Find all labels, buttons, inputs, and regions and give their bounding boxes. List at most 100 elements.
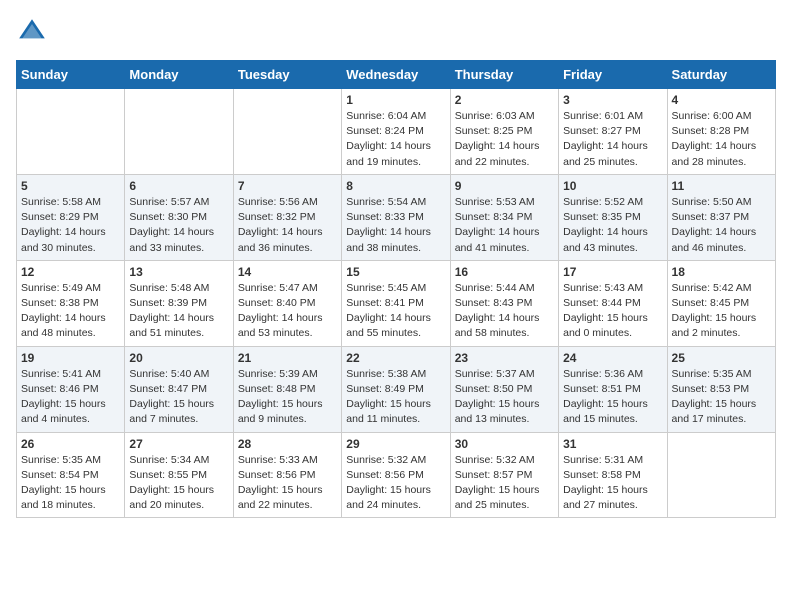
calendar-cell: 9 Sunrise: 5:53 AMSunset: 8:34 PMDaylight… bbox=[450, 174, 558, 260]
calendar-cell: 12 Sunrise: 5:49 AMSunset: 8:38 PMDayligh… bbox=[17, 260, 125, 346]
day-content: Sunrise: 5:50 AMSunset: 8:37 PMDaylight:… bbox=[672, 195, 771, 256]
calendar-cell: 10 Sunrise: 5:52 AMSunset: 8:35 PMDayligh… bbox=[559, 174, 667, 260]
calendar-cell: 21 Sunrise: 5:39 AMSunset: 8:48 PMDayligh… bbox=[233, 346, 341, 432]
weekday-header: Wednesday bbox=[342, 61, 450, 89]
day-content: Sunrise: 5:35 AMSunset: 8:54 PMDaylight:… bbox=[21, 453, 120, 514]
page-header bbox=[16, 16, 776, 48]
weekday-header: Tuesday bbox=[233, 61, 341, 89]
day-content: Sunrise: 5:39 AMSunset: 8:48 PMDaylight:… bbox=[238, 367, 337, 428]
day-content: Sunrise: 5:49 AMSunset: 8:38 PMDaylight:… bbox=[21, 281, 120, 342]
calendar-cell: 13 Sunrise: 5:48 AMSunset: 8:39 PMDayligh… bbox=[125, 260, 233, 346]
calendar-cell: 1 Sunrise: 6:04 AMSunset: 8:24 PMDaylight… bbox=[342, 89, 450, 175]
day-content: Sunrise: 5:32 AMSunset: 8:56 PMDaylight:… bbox=[346, 453, 445, 514]
calendar-cell: 14 Sunrise: 5:47 AMSunset: 8:40 PMDayligh… bbox=[233, 260, 341, 346]
calendar-cell: 22 Sunrise: 5:38 AMSunset: 8:49 PMDayligh… bbox=[342, 346, 450, 432]
day-content: Sunrise: 5:31 AMSunset: 8:58 PMDaylight:… bbox=[563, 453, 662, 514]
day-number: 22 bbox=[346, 351, 445, 365]
calendar-week-row: 12 Sunrise: 5:49 AMSunset: 8:38 PMDayligh… bbox=[17, 260, 776, 346]
day-number: 9 bbox=[455, 179, 554, 193]
weekday-header: Sunday bbox=[17, 61, 125, 89]
calendar-cell: 2 Sunrise: 6:03 AMSunset: 8:25 PMDaylight… bbox=[450, 89, 558, 175]
calendar-week-row: 26Sunrise: 5:35 AMSunset: 8:54 PMDayligh… bbox=[17, 432, 776, 518]
weekday-header: Saturday bbox=[667, 61, 775, 89]
day-content: Sunrise: 5:58 AMSunset: 8:29 PMDaylight:… bbox=[21, 195, 120, 256]
day-content: Sunrise: 5:44 AMSunset: 8:43 PMDaylight:… bbox=[455, 281, 554, 342]
calendar-cell: 20 Sunrise: 5:40 AMSunset: 8:47 PMDayligh… bbox=[125, 346, 233, 432]
day-content: Sunrise: 5:37 AMSunset: 8:50 PMDaylight:… bbox=[455, 367, 554, 428]
weekday-header: Thursday bbox=[450, 61, 558, 89]
day-number: 21 bbox=[238, 351, 337, 365]
day-content: Sunrise: 5:34 AMSunset: 8:55 PMDaylight:… bbox=[129, 453, 228, 514]
calendar-cell: 28 Sunrise: 5:33 AMSunset: 8:56 PMDayligh… bbox=[233, 432, 341, 518]
day-content: Sunrise: 5:53 AMSunset: 8:34 PMDaylight:… bbox=[455, 195, 554, 256]
day-content: Sunrise: 5:54 AMSunset: 8:33 PMDaylight:… bbox=[346, 195, 445, 256]
calendar-cell: 27 Sunrise: 5:34 AMSunset: 8:55 PMDayligh… bbox=[125, 432, 233, 518]
calendar-cell: 23 Sunrise: 5:37 AMSunset: 8:50 PMDayligh… bbox=[450, 346, 558, 432]
day-content: Sunrise: 5:43 AMSunset: 8:44 PMDaylight:… bbox=[563, 281, 662, 342]
day-number: 7 bbox=[238, 179, 337, 193]
calendar-cell: 6Sunrise: 5:57 AMSunset: 8:30 PMDaylight… bbox=[125, 174, 233, 260]
calendar-cell: 26Sunrise: 5:35 AMSunset: 8:54 PMDayligh… bbox=[17, 432, 125, 518]
day-content: Sunrise: 5:42 AMSunset: 8:45 PMDaylight:… bbox=[672, 281, 771, 342]
day-number: 6 bbox=[129, 179, 228, 193]
day-number: 15 bbox=[346, 265, 445, 279]
day-number: 23 bbox=[455, 351, 554, 365]
calendar-cell bbox=[17, 89, 125, 175]
day-number: 16 bbox=[455, 265, 554, 279]
day-content: Sunrise: 5:48 AMSunset: 8:39 PMDaylight:… bbox=[129, 281, 228, 342]
day-content: Sunrise: 5:52 AMSunset: 8:35 PMDaylight:… bbox=[563, 195, 662, 256]
calendar-cell: 29 Sunrise: 5:32 AMSunset: 8:56 PMDayligh… bbox=[342, 432, 450, 518]
day-number: 10 bbox=[563, 179, 662, 193]
day-number: 18 bbox=[672, 265, 771, 279]
weekday-header: Friday bbox=[559, 61, 667, 89]
day-content: Sunrise: 6:03 AMSunset: 8:25 PMDaylight:… bbox=[455, 109, 554, 170]
day-number: 13 bbox=[129, 265, 228, 279]
day-content: Sunrise: 6:01 AMSunset: 8:27 PMDaylight:… bbox=[563, 109, 662, 170]
day-number: 29 bbox=[346, 437, 445, 451]
day-content: Sunrise: 5:45 AMSunset: 8:41 PMDaylight:… bbox=[346, 281, 445, 342]
day-number: 24 bbox=[563, 351, 662, 365]
calendar-week-row: 1 Sunrise: 6:04 AMSunset: 8:24 PMDaylight… bbox=[17, 89, 776, 175]
day-content: Sunrise: 5:40 AMSunset: 8:47 PMDaylight:… bbox=[129, 367, 228, 428]
day-number: 31 bbox=[563, 437, 662, 451]
calendar-cell: 30Sunrise: 5:32 AMSunset: 8:57 PMDayligh… bbox=[450, 432, 558, 518]
calendar-cell: 5 Sunrise: 5:58 AMSunset: 8:29 PMDaylight… bbox=[17, 174, 125, 260]
calendar-week-row: 5 Sunrise: 5:58 AMSunset: 8:29 PMDaylight… bbox=[17, 174, 776, 260]
day-content: Sunrise: 5:56 AMSunset: 8:32 PMDaylight:… bbox=[238, 195, 337, 256]
day-number: 4 bbox=[672, 93, 771, 107]
calendar-cell bbox=[667, 432, 775, 518]
calendar-cell: 3 Sunrise: 6:01 AMSunset: 8:27 PMDaylight… bbox=[559, 89, 667, 175]
day-number: 14 bbox=[238, 265, 337, 279]
day-number: 28 bbox=[238, 437, 337, 451]
logo-icon bbox=[16, 16, 48, 48]
day-content: Sunrise: 5:32 AMSunset: 8:57 PMDaylight:… bbox=[455, 453, 554, 514]
calendar-cell: 31 Sunrise: 5:31 AMSunset: 8:58 PMDayligh… bbox=[559, 432, 667, 518]
calendar-cell: 17 Sunrise: 5:43 AMSunset: 8:44 PMDayligh… bbox=[559, 260, 667, 346]
calendar-cell: 4Sunrise: 6:00 AMSunset: 8:28 PMDaylight… bbox=[667, 89, 775, 175]
day-number: 2 bbox=[455, 93, 554, 107]
calendar-table: SundayMondayTuesdayWednesdayThursdayFrid… bbox=[16, 60, 776, 518]
day-content: Sunrise: 5:33 AMSunset: 8:56 PMDaylight:… bbox=[238, 453, 337, 514]
day-number: 17 bbox=[563, 265, 662, 279]
calendar-cell: 16 Sunrise: 5:44 AMSunset: 8:43 PMDayligh… bbox=[450, 260, 558, 346]
day-content: Sunrise: 6:04 AMSunset: 8:24 PMDaylight:… bbox=[346, 109, 445, 170]
day-content: Sunrise: 5:47 AMSunset: 8:40 PMDaylight:… bbox=[238, 281, 337, 342]
day-number: 3 bbox=[563, 93, 662, 107]
day-number: 12 bbox=[21, 265, 120, 279]
day-content: Sunrise: 5:35 AMSunset: 8:53 PMDaylight:… bbox=[672, 367, 771, 428]
day-content: Sunrise: 5:41 AMSunset: 8:46 PMDaylight:… bbox=[21, 367, 120, 428]
day-content: Sunrise: 5:38 AMSunset: 8:49 PMDaylight:… bbox=[346, 367, 445, 428]
day-number: 5 bbox=[21, 179, 120, 193]
calendar-cell: 11 Sunrise: 5:50 AMSunset: 8:37 PMDayligh… bbox=[667, 174, 775, 260]
logo bbox=[16, 16, 52, 48]
day-number: 19 bbox=[21, 351, 120, 365]
weekday-header-row: SundayMondayTuesdayWednesdayThursdayFrid… bbox=[17, 61, 776, 89]
day-number: 20 bbox=[129, 351, 228, 365]
calendar-cell: 19 Sunrise: 5:41 AMSunset: 8:46 PMDayligh… bbox=[17, 346, 125, 432]
day-number: 27 bbox=[129, 437, 228, 451]
day-content: Sunrise: 5:36 AMSunset: 8:51 PMDaylight:… bbox=[563, 367, 662, 428]
calendar-cell: 15 Sunrise: 5:45 AMSunset: 8:41 PMDayligh… bbox=[342, 260, 450, 346]
day-number: 11 bbox=[672, 179, 771, 193]
calendar-cell bbox=[125, 89, 233, 175]
day-number: 1 bbox=[346, 93, 445, 107]
